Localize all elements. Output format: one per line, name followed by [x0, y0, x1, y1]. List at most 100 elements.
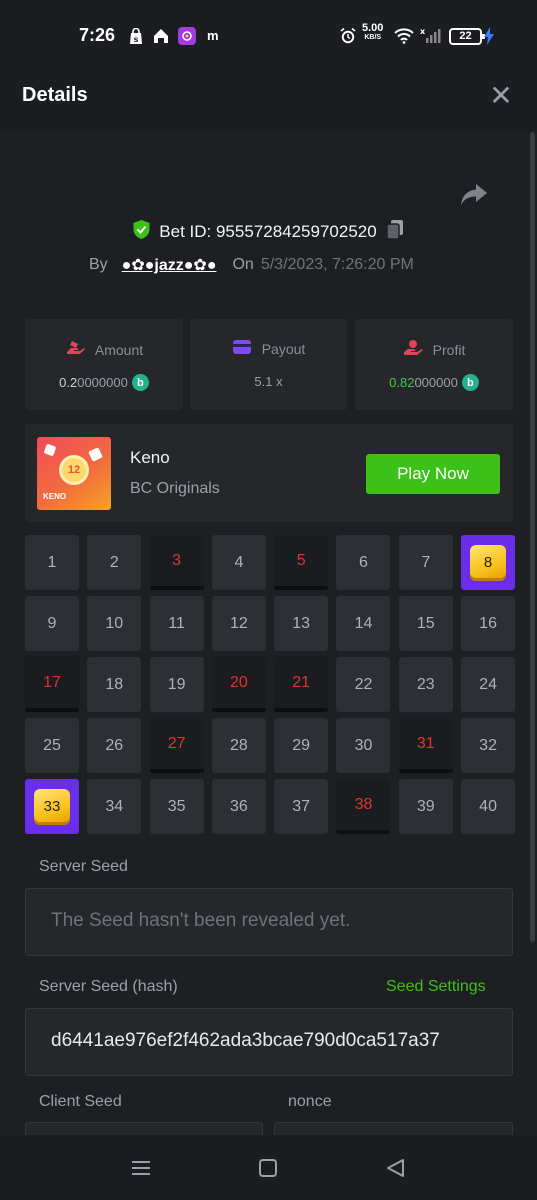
amount-value-main: 0.2 — [59, 375, 78, 390]
bet-author-row: By ●✿●jazz●✿● On 5/3/2023, 7:26:20 PM — [89, 254, 414, 276]
keno-tile-25[interactable]: 25 — [25, 718, 79, 773]
thumb-dice-icon — [43, 443, 57, 457]
keno-tile-13[interactable]: 13 — [274, 596, 329, 651]
by-label: By — [89, 256, 108, 273]
profit-label: Profit — [432, 341, 466, 358]
keno-tile-1[interactable]: 1 — [25, 535, 79, 590]
status-bar: 7:26 s m 5.00 KB/S x 22 — [0, 0, 537, 68]
keno-tile-37[interactable]: 37 — [274, 779, 329, 834]
keno-tile-39[interactable]: 39 — [398, 779, 453, 834]
seed-settings-link[interactable]: Seed Settings — [386, 978, 486, 996]
keno-tile-15[interactable]: 15 — [398, 596, 453, 651]
status-time: 7:26 — [79, 25, 116, 45]
server-seed-hash-label: Server Seed (hash) — [39, 978, 178, 995]
keno-tile-8[interactable]: 8 — [461, 535, 516, 590]
verified-shield-icon — [132, 219, 151, 245]
network-speed: 5.00 KB/S — [362, 22, 384, 42]
keno-tile-32[interactable]: 32 — [461, 718, 516, 773]
on-label: On — [232, 256, 254, 273]
recent-apps-menu-icon[interactable] — [128, 1155, 154, 1181]
keno-tile-7[interactable]: 7 — [398, 535, 453, 590]
copy-icon[interactable] — [385, 219, 405, 246]
keno-tile-38[interactable]: 38 — [336, 779, 391, 834]
keno-tile-20[interactable]: 20 — [211, 657, 266, 712]
thumb-label: KENO — [43, 492, 67, 501]
wallet-card-icon — [232, 339, 252, 358]
profit-card: Profit 0.82000000 b — [355, 319, 513, 410]
profit-value-main: 0.82 — [389, 375, 415, 390]
gem-tile-icon: 33 — [34, 788, 70, 825]
keno-tile-9[interactable]: 9 — [25, 596, 79, 651]
shopping-bag-icon: s — [127, 27, 145, 45]
keno-tile-6[interactable]: 6 — [336, 535, 391, 590]
client-seed-label: Client Seed — [39, 1093, 122, 1110]
svg-text:x: x — [420, 27, 426, 36]
share-icon[interactable] — [459, 181, 489, 209]
keno-tile-33[interactable]: 33 — [25, 779, 79, 834]
keno-tile-12[interactable]: 12 — [211, 596, 266, 651]
amount-label: Amount — [94, 341, 144, 358]
payout-value: 5.1 x — [254, 374, 283, 389]
keno-thumbnail[interactable]: 12 KENO — [37, 437, 111, 510]
keno-tile-22[interactable]: 22 — [336, 657, 391, 712]
keno-tile-10[interactable]: 10 — [87, 596, 142, 651]
keno-tile-31[interactable]: 31 — [398, 718, 453, 773]
profit-hand-icon — [403, 339, 423, 360]
keno-tile-40[interactable]: 40 — [461, 779, 516, 834]
keno-tile-5[interactable]: 5 — [274, 535, 329, 590]
game-name: Keno — [130, 448, 170, 467]
keno-tile-35[interactable]: 35 — [149, 779, 204, 834]
gem-tile-icon: 8 — [470, 544, 507, 581]
thumb-ball: 12 — [59, 455, 89, 485]
amount-hand-icon — [65, 339, 85, 360]
play-now-button[interactable]: Play Now — [366, 454, 500, 494]
alarm-icon — [339, 27, 357, 45]
keno-tile-24[interactable]: 24 — [461, 657, 516, 712]
details-header: Details ✕ — [0, 68, 537, 132]
charging-bolt-icon — [484, 27, 494, 45]
app-notification-icon — [178, 27, 196, 45]
keno-tile-17[interactable]: 17 — [25, 657, 79, 712]
keno-tile-28[interactable]: 28 — [211, 718, 266, 773]
payout-card: Payout 5.1 x — [190, 319, 347, 410]
bcd-coin-icon: b — [131, 374, 149, 391]
keno-tile-14[interactable]: 14 — [336, 596, 391, 651]
m-notification-icon: m — [207, 28, 219, 43]
cell-signal-icon: x — [418, 27, 442, 45]
bet-date: 5/3/2023, 7:26:20 PM — [260, 256, 414, 273]
amount-card: Amount 0.20000000 b — [25, 319, 183, 410]
keno-tile-26[interactable]: 26 — [87, 718, 142, 773]
server-seed-label: Server Seed — [39, 858, 128, 875]
keno-tile-34[interactable]: 34 — [87, 779, 142, 834]
thumb-dice-icon — [88, 447, 103, 462]
user-link[interactable]: ●✿●jazz●✿● — [122, 255, 217, 275]
keno-tile-19[interactable]: 19 — [149, 657, 204, 712]
keno-tile-27[interactable]: 27 — [149, 718, 204, 773]
keno-tile-21[interactable]: 21 — [274, 657, 329, 712]
server-seed-hash-field[interactable]: d6441ae976ef2f462ada3bcae790d0ca517a37 — [25, 1008, 513, 1076]
keno-tile-2[interactable]: 2 — [87, 535, 142, 590]
system-nav-bar — [0, 1135, 537, 1200]
keno-tile-23[interactable]: 23 — [398, 657, 453, 712]
keno-tile-11[interactable]: 11 — [149, 596, 204, 651]
keno-tile-16[interactable]: 16 — [461, 596, 516, 651]
bcd-coin-icon: b — [461, 374, 479, 391]
home-square-icon[interactable] — [255, 1155, 281, 1181]
server-seed-field[interactable]: The Seed hasn't been revealed yet. — [25, 888, 513, 956]
keno-tile-18[interactable]: 18 — [87, 657, 142, 712]
game-provider: BC Originals — [130, 480, 220, 497]
keno-tile-4[interactable]: 4 — [211, 535, 266, 590]
keno-tile-29[interactable]: 29 — [274, 718, 329, 773]
profit-value-rest: 000000 — [414, 375, 458, 390]
keno-tile-30[interactable]: 30 — [336, 718, 391, 773]
close-button[interactable]: ✕ — [486, 82, 516, 112]
home-app-icon — [152, 27, 170, 45]
svg-text:s: s — [134, 35, 139, 44]
payout-label: Payout — [261, 340, 306, 357]
keno-tile-36[interactable]: 36 — [211, 779, 266, 834]
wifi-icon — [394, 27, 414, 45]
keno-tile-3[interactable]: 3 — [149, 535, 204, 590]
bet-id: Bet ID: 95557284259702520 — [159, 222, 377, 241]
scrollbar[interactable] — [530, 132, 535, 942]
back-triangle-icon[interactable] — [383, 1155, 409, 1181]
